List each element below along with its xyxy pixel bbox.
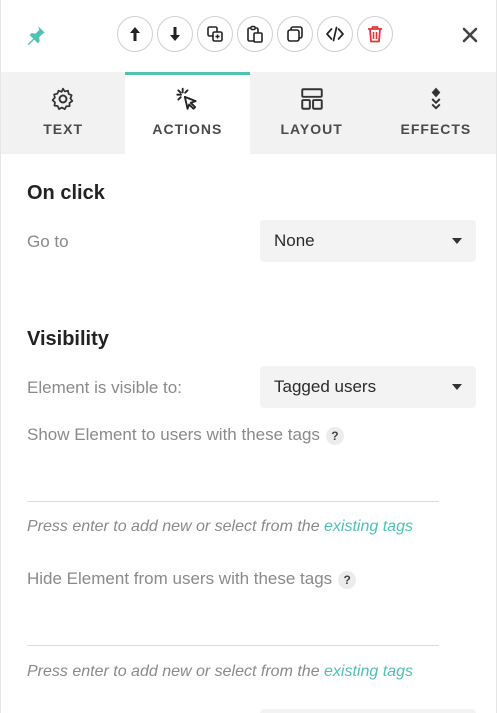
clipboard-icon bbox=[247, 25, 263, 43]
pin-icon[interactable] bbox=[25, 24, 47, 46]
visible-to-select[interactable]: Tagged users bbox=[260, 366, 476, 408]
partial-select[interactable] bbox=[260, 709, 476, 713]
paste-button[interactable] bbox=[237, 16, 273, 52]
layout-icon bbox=[300, 88, 323, 110]
cursor-click-icon bbox=[176, 87, 197, 110]
gear-icon bbox=[51, 87, 74, 111]
delete-button[interactable] bbox=[357, 16, 393, 52]
visibility-title: Visibility bbox=[27, 328, 109, 350]
move-down-button[interactable] bbox=[157, 16, 193, 52]
visible-to-label: Element is visible to: bbox=[27, 378, 182, 397]
visible-to-value: Tagged users bbox=[274, 377, 377, 396]
chevron-down-icon bbox=[452, 384, 462, 390]
tab-label: EFFECTS bbox=[400, 121, 472, 137]
effects-icon bbox=[431, 87, 441, 110]
tab-label: ACTIONS bbox=[152, 121, 223, 137]
settings-panel: TEXT ACTIONS LAYOUT EFFECTS On click Go … bbox=[0, 0, 497, 713]
close-icon[interactable] bbox=[460, 25, 480, 45]
code-button[interactable] bbox=[317, 16, 353, 52]
go-to-select[interactable]: None bbox=[260, 220, 476, 262]
copy-button[interactable] bbox=[277, 16, 313, 52]
help-icon[interactable]: ? bbox=[325, 426, 344, 445]
tab-label: LAYOUT bbox=[280, 121, 343, 137]
go-to-label: Go to bbox=[27, 232, 69, 251]
help-icon[interactable]: ? bbox=[338, 570, 357, 589]
hide-tags-hint: Press enter to add new or select from th… bbox=[27, 663, 413, 681]
trash-icon bbox=[368, 26, 382, 43]
show-tags-label: Show Element to users with these tags bbox=[27, 425, 320, 444]
tab-layout[interactable]: LAYOUT bbox=[250, 72, 374, 154]
existing-tags-link[interactable]: existing tags bbox=[324, 518, 413, 535]
move-up-button[interactable] bbox=[117, 16, 153, 52]
duplicate-icon bbox=[207, 26, 223, 42]
top-bar bbox=[1, 0, 496, 72]
tab-bar: TEXT ACTIONS LAYOUT EFFECTS bbox=[1, 72, 496, 154]
show-tags-row: Show Element to users with these tags? bbox=[27, 425, 344, 445]
hint-text: Press enter to add new or select from th… bbox=[27, 518, 325, 535]
tab-actions[interactable]: ACTIONS bbox=[125, 72, 250, 154]
arrow-up-icon bbox=[130, 27, 140, 41]
on-click-title: On click bbox=[27, 182, 105, 204]
existing-tags-link[interactable]: existing tags bbox=[324, 663, 413, 680]
go-to-value: None bbox=[274, 231, 315, 250]
chevron-down-icon bbox=[452, 238, 462, 244]
hint-text: Press enter to add new or select from th… bbox=[27, 663, 325, 680]
hide-tags-label: Hide Element from users with these tags bbox=[27, 569, 333, 588]
hide-tags-input[interactable] bbox=[27, 600, 439, 646]
show-tags-input[interactable] bbox=[27, 456, 439, 502]
code-icon bbox=[326, 26, 344, 42]
copy-icon bbox=[287, 26, 303, 42]
hide-tags-row: Hide Element from users with these tags? bbox=[27, 569, 357, 589]
toolbar bbox=[117, 16, 393, 52]
duplicate-button[interactable] bbox=[197, 16, 233, 52]
show-tags-hint: Press enter to add new or select from th… bbox=[27, 518, 413, 536]
arrow-down-icon bbox=[170, 27, 180, 41]
tab-text[interactable]: TEXT bbox=[1, 72, 125, 154]
tab-label: TEXT bbox=[43, 121, 84, 137]
tab-effects[interactable]: EFFECTS bbox=[374, 72, 496, 154]
